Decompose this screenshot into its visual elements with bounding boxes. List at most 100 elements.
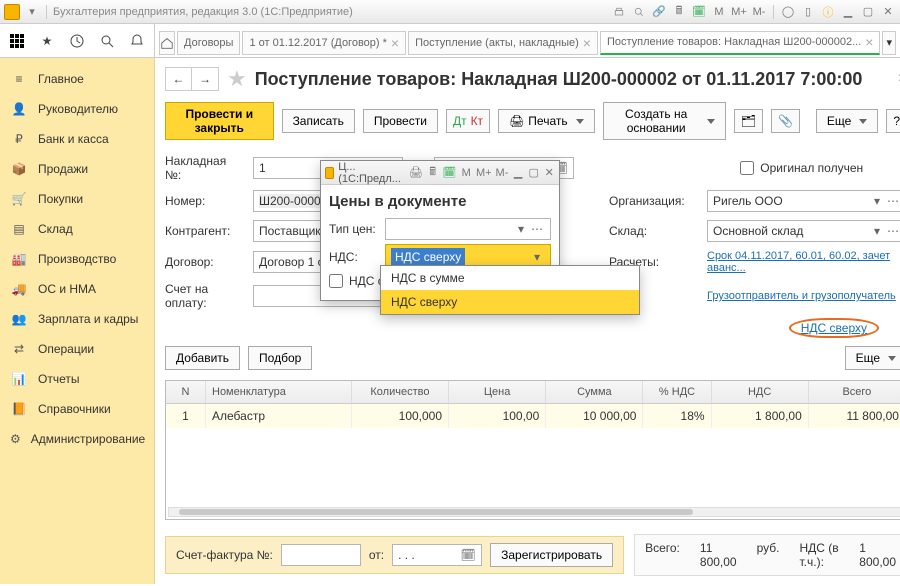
org-input[interactable]: Ригель ООО▾⋯	[707, 190, 900, 212]
tb-m3-icon[interactable]: M-	[751, 4, 767, 20]
sidebar-item-admin[interactable]: ⚙Администрирование	[0, 424, 154, 454]
col-total[interactable]: Всего	[809, 381, 900, 403]
col-qty[interactable]: Количество	[352, 381, 449, 403]
related-button[interactable]: 🗂	[734, 109, 763, 133]
col-price[interactable]: Цена	[449, 381, 546, 403]
dialog-mminus-icon[interactable]: M-	[496, 165, 509, 181]
sidebar-item-hr[interactable]: 👥Зарплата и кадры	[0, 304, 154, 334]
tab-close-icon[interactable]: ×	[865, 35, 873, 49]
tab-home-button[interactable]	[159, 31, 175, 55]
scrollbar-horizontal[interactable]	[168, 507, 900, 517]
tab-contract-doc[interactable]: 1 от 01.12.2017 (Договор) *×	[242, 31, 406, 55]
calc-link[interactable]: Срок 04.11.2017, 60.01, 60.02, зачет ава…	[707, 250, 900, 274]
help-button[interactable]: ?	[886, 109, 900, 133]
tb-back-icon[interactable]: ◯	[780, 4, 796, 20]
sf-date-input[interactable]: . . .🗓	[392, 544, 482, 566]
dialog-mplus-icon[interactable]: M+	[476, 165, 492, 181]
dropdown-icon[interactable]: ▾	[24, 4, 40, 20]
apps-icon[interactable]	[8, 30, 26, 52]
tab-menu-button[interactable]: ▾	[882, 31, 896, 55]
sf-no-input[interactable]	[281, 544, 361, 566]
create-based-button[interactable]: Создать на основании	[603, 102, 726, 140]
bell-icon[interactable]	[128, 30, 146, 52]
shipper-link[interactable]: Грузоотправитель и грузополучатель	[707, 290, 896, 302]
favorite-star-icon[interactable]: ★	[227, 66, 247, 92]
dialog-max-icon[interactable]: ▢	[528, 165, 540, 181]
sidebar-item-label: ОС и НМА	[38, 282, 96, 296]
register-button[interactable]: Зарегистрировать	[490, 543, 613, 567]
dialog-calc-icon[interactable]: 🖩	[427, 165, 439, 181]
add-row-button[interactable]: Добавить	[165, 346, 240, 370]
dialog-calendar-icon[interactable]: 🗓	[442, 165, 456, 181]
tab-close-icon[interactable]: ×	[583, 36, 591, 50]
nds-checkbox-label: НДС с	[349, 274, 384, 288]
table-more-button[interactable]: Еще	[845, 346, 900, 370]
pick-button[interactable]: Подбор	[248, 346, 312, 370]
dialog-titlebar[interactable]: Ц... (1С:Предл... 🖨 🖩 🗓 M M+ M- ▁ ▢ ✕	[321, 161, 559, 185]
sidebar-item-warehouse[interactable]: ▤Склад	[0, 214, 154, 244]
price-type-input[interactable]: ▾⋯	[385, 218, 551, 240]
dialog-window-title: Ц... (1С:Предл...	[338, 161, 401, 185]
tab-contracts[interactable]: Договоры	[177, 31, 240, 55]
tab-acts[interactable]: Поступление (акты, накладные)×	[408, 31, 598, 55]
sidebar-item-main[interactable]: ≡Главное	[0, 64, 154, 94]
search-icon[interactable]	[98, 30, 116, 52]
nds-option-in-sum[interactable]: НДС в сумме	[381, 266, 639, 290]
col-vat[interactable]: НДС	[712, 381, 809, 403]
warehouse-input[interactable]: Основной склад▾⋯	[707, 220, 900, 242]
total-label: Всего:	[645, 541, 680, 555]
sidebar-item-sales[interactable]: 📦Продажи	[0, 154, 154, 184]
tb-calendar-icon[interactable]: 🗓	[691, 4, 707, 20]
nds-option-on-top[interactable]: НДС сверху	[381, 290, 639, 314]
nds-link[interactable]: НДС сверху	[801, 321, 867, 335]
dialog-m-icon[interactable]: M	[460, 165, 472, 181]
scrollbar-thumb[interactable]	[179, 509, 693, 515]
col-vat-pct[interactable]: % НДС	[643, 381, 711, 403]
nds-included-checkbox[interactable]: НДС с	[329, 274, 384, 288]
tb-m1-icon[interactable]: M	[711, 4, 727, 20]
tb-search-icon[interactable]	[631, 4, 647, 20]
sidebar-item-label: Руководителю	[38, 102, 118, 116]
tb-close-icon[interactable]: ✕	[880, 4, 896, 20]
print-label: Печать	[528, 114, 567, 128]
print-button[interactable]: 🖨 Печать	[498, 109, 595, 133]
original-received-checkbox[interactable]: Оригинал получен	[740, 161, 863, 175]
sidebar-item-label: Покупки	[38, 192, 83, 206]
write-button[interactable]: Записать	[282, 109, 355, 133]
post-button[interactable]: Провести	[363, 109, 438, 133]
sidebar-item-purchases[interactable]: 🛒Покупки	[0, 184, 154, 214]
tb-m2-icon[interactable]: M+	[731, 4, 747, 20]
dialog-min-icon[interactable]: ▁	[512, 165, 524, 181]
col-sum[interactable]: Сумма	[546, 381, 643, 403]
nav-fwd-button[interactable]: →	[192, 68, 218, 90]
tb-info-icon[interactable]: ⓘ	[820, 4, 836, 20]
nav-back-button[interactable]: ←	[166, 68, 192, 90]
sidebar-item-assets[interactable]: 🚚ОС и НМА	[0, 274, 154, 304]
sidebar-item-reports[interactable]: 📊Отчеты	[0, 364, 154, 394]
sidebar-item-production[interactable]: 🏭Производство	[0, 244, 154, 274]
star-icon[interactable]: ★	[38, 30, 56, 52]
dialog-close-icon[interactable]: ✕	[543, 165, 555, 181]
tb-min-icon[interactable]: ▁	[840, 4, 856, 20]
more-button[interactable]: Еще	[816, 109, 878, 133]
tb-link-icon[interactable]: 🔗	[651, 4, 667, 20]
sidebar-item-operations[interactable]: ⇄Операции	[0, 334, 154, 364]
table-row[interactable]: 1 Алебастр 100,000 100,00 10 000,00 18% …	[166, 404, 900, 428]
col-nomenclature[interactable]: Номенклатура	[206, 381, 352, 403]
tb-calc-icon[interactable]: 🖩	[671, 4, 687, 20]
tb-print-icon[interactable]	[611, 4, 627, 20]
post-close-button[interactable]: Провести и закрыть	[165, 102, 274, 140]
attach-button[interactable]: 📎	[771, 109, 800, 133]
tb-panel-icon[interactable]: ▯	[800, 4, 816, 20]
tb-max-icon[interactable]: ▢	[860, 4, 876, 20]
tab-goods-receipt[interactable]: Поступление товаров: Накладная Ш200-0000…	[600, 31, 880, 55]
calendar-icon[interactable]: 🗓	[460, 548, 476, 562]
dialog-print-icon[interactable]: 🖨	[409, 165, 423, 181]
sidebar-item-catalogs[interactable]: 📙Справочники	[0, 394, 154, 424]
col-n[interactable]: N	[166, 381, 206, 403]
dtkt-button[interactable]: ДтКт	[446, 109, 490, 133]
tab-close-icon[interactable]: ×	[391, 36, 399, 50]
history-icon[interactable]	[68, 30, 86, 52]
sidebar-item-manager[interactable]: 👤Руководителю	[0, 94, 154, 124]
sidebar-item-bank[interactable]: ₽Банк и касса	[0, 124, 154, 154]
